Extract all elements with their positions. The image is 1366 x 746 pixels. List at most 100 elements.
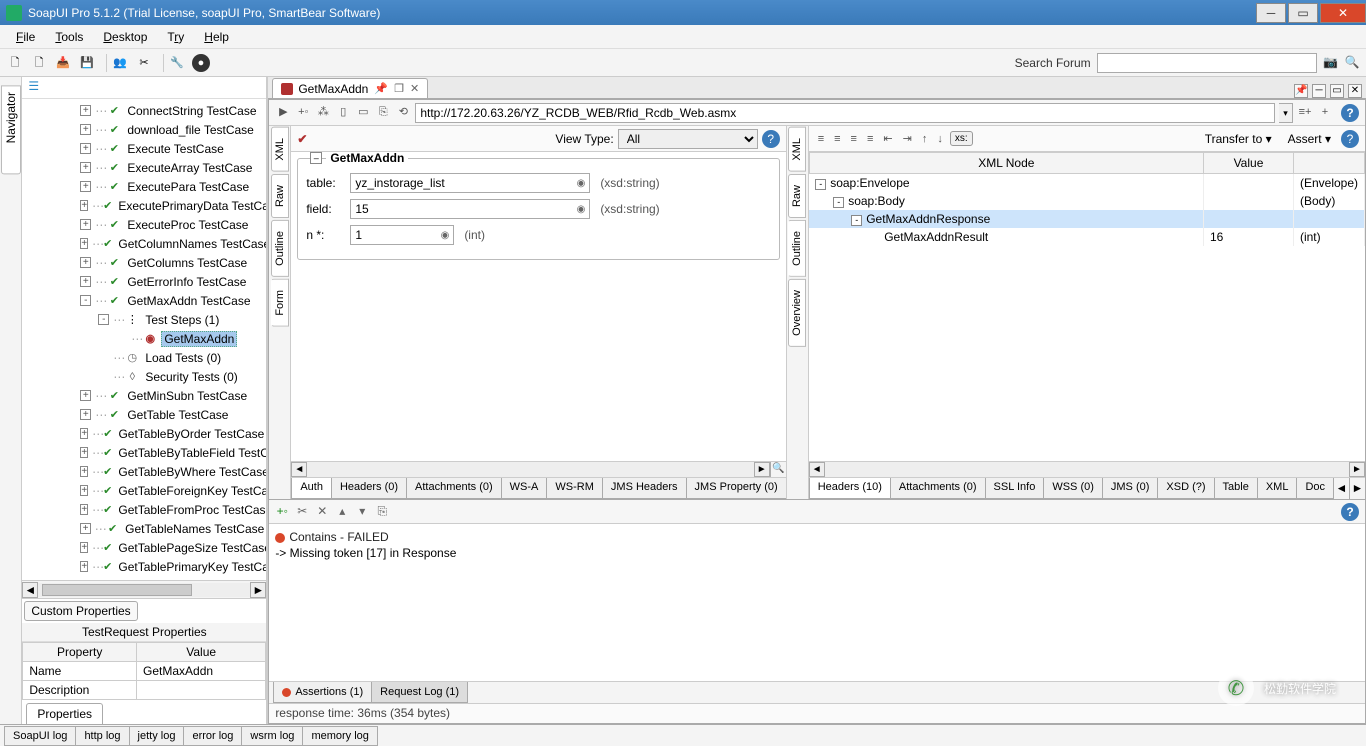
menu-tools[interactable]: Tools [45,27,93,47]
editor-min-icon[interactable]: ─ [1312,84,1326,98]
response-h-scrollbar[interactable]: ◄ ► [809,461,1365,477]
reload-icon[interactable]: ⟲ [395,105,411,121]
tab-close-icon[interactable]: ✕ [410,82,419,95]
tree-item[interactable]: +⋯✔ExecuteArray TestCase [22,158,266,177]
req-tab[interactable]: JMS Headers [602,478,687,499]
align-center-icon[interactable]: ≡ [831,131,843,147]
assertion-tab[interactable]: Request Log (1) [371,682,468,703]
req-tab[interactable]: Headers (0) [331,478,407,499]
req-tab[interactable]: WS-A [501,478,548,499]
resp-tab[interactable]: XML [1257,478,1298,499]
tree-item[interactable]: +⋯✔GetTableByTableField TestCase [22,443,266,462]
xs-badge[interactable]: xs: [950,131,973,146]
expand-icon[interactable]: + [80,238,88,249]
config-assertion-icon[interactable]: ✂ [295,505,309,519]
tree-item[interactable]: +⋯✔Execute TestCase [22,139,266,158]
expand-icon[interactable]: + [80,257,91,268]
remove-assertion-icon[interactable]: ✕ [315,505,329,519]
assert-button[interactable]: Assert ▾ [1282,130,1337,148]
search-forum-input[interactable] [1097,53,1317,73]
clone-assertion-icon[interactable]: ⎘ [375,505,389,519]
split-horizontal-icon[interactable]: ▭ [355,105,371,121]
clone-icon[interactable]: ⎘ [375,105,391,121]
response-node-row[interactable]: -GetMaxAddnResponse [809,210,1364,228]
outdent-icon[interactable]: ⇤ [880,130,895,147]
expand-icon[interactable]: - [851,215,862,226]
tree-item[interactable]: +⋯✔GetMinSubn TestCase [22,386,266,405]
scroll-right-icon[interactable]: ► [754,462,770,477]
minimize-button[interactable]: ─ [1256,3,1286,23]
help-icon[interactable]: ? [1341,503,1359,521]
expand-icon[interactable]: + [80,200,88,211]
help-icon[interactable]: ? [1341,104,1359,122]
assertion-tab[interactable]: Assertions (1) [273,682,372,703]
expand-icon[interactable]: + [80,219,91,230]
expand-icon[interactable]: + [80,390,91,401]
field-input[interactable]: 1◉ [350,225,454,245]
vtab-outline[interactable]: Outline [788,220,806,277]
field-options-icon[interactable]: ◉ [577,204,586,215]
move-up-icon[interactable]: ↑ [919,131,931,147]
expand-icon[interactable] [98,371,109,382]
collapse-icon[interactable]: – [310,152,322,164]
scroll-right-icon[interactable]: ► [250,582,266,598]
move-down-icon[interactable]: ▾ [355,505,369,519]
scroll-left-icon[interactable]: ◄ [809,462,825,477]
move-up-icon[interactable]: ▴ [335,505,349,519]
resp-tab[interactable]: SSL Info [985,478,1045,499]
resp-tab[interactable]: WSS (0) [1043,478,1103,499]
pin-icon[interactable]: 📌 [374,82,388,95]
expand-icon[interactable]: + [80,276,91,287]
tree-item[interactable]: +⋯✔ExecuteProc TestCase [22,215,266,234]
tree-item[interactable]: +⋯✔download_file TestCase [22,120,266,139]
split-vertical-icon[interactable]: ▯ [335,105,351,121]
prefs-icon[interactable]: 🔧 [168,54,186,72]
expand-icon[interactable]: + [80,162,91,173]
tree-item[interactable]: ⋯◊Security Tests (0) [22,367,266,386]
prop-name-cell[interactable]: Name [23,662,137,681]
log-tab[interactable]: memory log [302,726,377,746]
vtab-overview[interactable]: Overview [788,279,806,347]
tree-item[interactable]: +⋯✔GetTable TestCase [22,405,266,424]
tree-item[interactable]: +⋯✔GetColumns TestCase [22,253,266,272]
scroll-right-icon[interactable]: ► [1349,462,1365,477]
help-icon[interactable]: ? [1341,130,1359,148]
field-input[interactable]: yz_instorage_list◉ [350,173,590,193]
import-icon[interactable]: 📥 [54,54,72,72]
expand-icon[interactable]: + [80,105,91,116]
prop-name-cell[interactable]: Description [23,681,137,700]
resp-tab[interactable]: Doc [1296,478,1334,499]
tree-item[interactable]: +⋯✔ExecutePrimaryData TestCase [22,196,266,215]
editor-close-icon[interactable]: ✕ [1348,84,1362,98]
tree-h-scrollbar[interactable]: ◄ ► [22,580,266,598]
expand-icon[interactable]: - [815,179,826,190]
response-node-row[interactable]: -soap:Body(Body) [809,192,1364,210]
response-node-row[interactable]: GetMaxAddnResult16(int) [809,228,1364,246]
expand-icon[interactable]: + [80,447,88,458]
expand-icon[interactable]: + [80,466,88,477]
response-node-row[interactable]: -soap:Envelope(Envelope) [809,174,1364,193]
log-tab[interactable]: wsrm log [241,726,303,746]
req-tab[interactable]: Auth [291,478,332,499]
editor-max-icon[interactable]: ▭ [1330,84,1344,98]
smart-icon[interactable]: ⁂ [315,105,331,121]
resp-tab[interactable]: XSD (?) [1157,478,1214,499]
tree-item[interactable]: +⋯✔GetTableNames TestCase [22,519,266,538]
properties-tab[interactable]: Properties [26,703,103,724]
expand-icon[interactable]: + [80,561,88,572]
expand-icon[interactable]: - [98,314,109,325]
close-button[interactable]: ✕ [1320,3,1366,23]
search-icon[interactable]: 🔍 [1344,55,1360,71]
new-empty-icon[interactable]: 🗋 [6,54,24,72]
tree-item[interactable]: +⋯✔GetTableByWhere TestCase [22,462,266,481]
field-options-icon[interactable]: ◉ [577,178,586,189]
align-right-icon[interactable]: ≡ [848,131,860,147]
resp-tab[interactable]: JMS (0) [1102,478,1159,499]
community-icon[interactable]: 👥 [111,54,129,72]
tree-item[interactable]: +⋯✔GetTableByOrder TestCase [22,424,266,443]
tree-item[interactable]: +⋯✔GetTableFromProc TestCase [22,500,266,519]
expand-icon[interactable]: - [833,197,844,208]
menu-help[interactable]: Help [194,27,239,47]
expand-icon[interactable]: + [80,143,91,154]
expand-icon[interactable]: + [80,485,88,496]
